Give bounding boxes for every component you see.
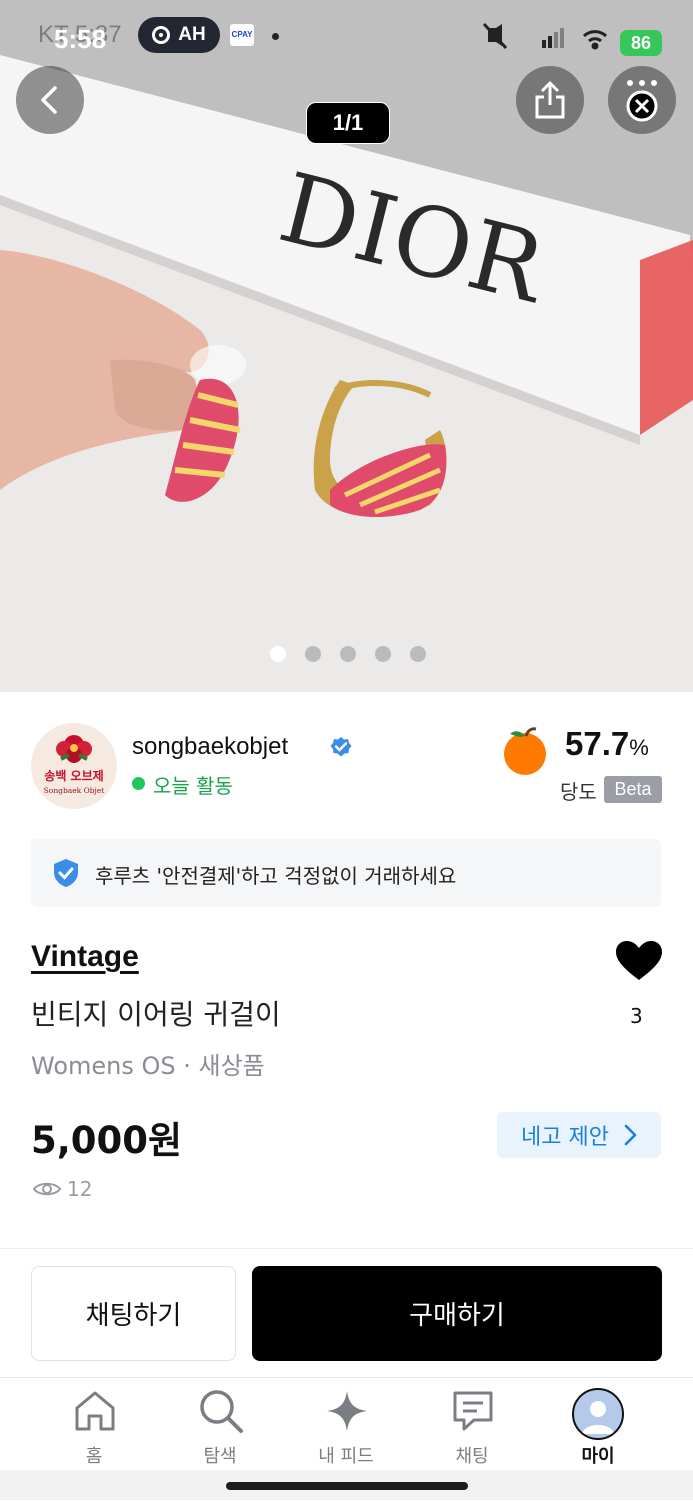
user-icon bbox=[582, 1401, 614, 1434]
view-count: 12 bbox=[33, 1177, 92, 1201]
tab-home[interactable]: 홈 bbox=[34, 1378, 154, 1476]
score-value: 57.7 bbox=[565, 725, 630, 762]
battery-indicator: 86 bbox=[620, 30, 662, 56]
sparkle-icon bbox=[327, 1391, 367, 1431]
wifi-icon bbox=[582, 30, 608, 50]
beta-badge: Beta bbox=[604, 776, 662, 803]
more-button[interactable] bbox=[608, 66, 676, 134]
share-icon bbox=[535, 81, 565, 119]
tab-home-label: 홈 bbox=[85, 1446, 103, 1467]
signal-icon bbox=[542, 28, 564, 48]
home-icon bbox=[75, 1391, 115, 1431]
mute-icon bbox=[482, 22, 508, 50]
profile-avatar bbox=[572, 1388, 624, 1440]
status-time: 5:58 bbox=[54, 24, 107, 54]
share-button[interactable] bbox=[516, 66, 584, 134]
safe-payment-text: 후루츠 '안전결제'하고 걱정없이 거래하세요 bbox=[95, 864, 457, 888]
seller-logo-image: 송백 오브제 Songbaek Objet bbox=[44, 735, 105, 795]
image-counter: 1/1 bbox=[306, 102, 390, 144]
like-heart-icon[interactable] bbox=[615, 940, 663, 982]
active-status-dot bbox=[132, 777, 145, 790]
tab-chat[interactable]: 채팅 bbox=[412, 1378, 532, 1476]
home-indicator-area bbox=[0, 1470, 693, 1500]
buy-button[interactable]: 구매하기 bbox=[252, 1266, 662, 1361]
pagination-dot[interactable] bbox=[270, 646, 286, 662]
photo-pagination bbox=[270, 646, 426, 662]
section-divider bbox=[0, 1248, 693, 1249]
shield-check-icon bbox=[54, 859, 78, 887]
tab-my-feed-label: 내 피드 bbox=[318, 1446, 374, 1467]
pagination-dot[interactable] bbox=[340, 646, 356, 662]
status-dot bbox=[272, 33, 279, 40]
pay-app-icon: CPAY bbox=[230, 24, 254, 46]
tab-explore-label: 탐색 bbox=[203, 1446, 237, 1467]
seller-avatar[interactable]: 송백 오브제 Songbaek Objet bbox=[31, 723, 117, 809]
score-label: 당도 bbox=[560, 780, 597, 804]
eye-icon bbox=[33, 1182, 61, 1196]
back-button[interactable] bbox=[16, 66, 84, 134]
search-icon bbox=[200, 1390, 243, 1433]
view-count-value: 12 bbox=[67, 1177, 93, 1201]
pagination-dot[interactable] bbox=[375, 646, 391, 662]
peach-icon bbox=[504, 727, 546, 775]
product-meta: Womens OS · 새상품 bbox=[31, 1052, 265, 1080]
freshness-score: 57.7% bbox=[565, 725, 649, 763]
chat-button[interactable]: 채팅하기 bbox=[31, 1266, 236, 1361]
status-bar: KT 5:37 5:58 AH CPAY 86 bbox=[0, 0, 693, 72]
recording-pill-label: AH bbox=[178, 24, 206, 45]
pagination-dot[interactable] bbox=[410, 646, 426, 662]
chevron-left-icon bbox=[41, 86, 57, 114]
tab-my-feed[interactable]: 내 피드 bbox=[286, 1378, 406, 1476]
pagination-dot[interactable] bbox=[305, 646, 321, 662]
seller-activity: 오늘 활동 bbox=[153, 774, 233, 798]
seller-logo-text-ko: 송백 오브제 bbox=[44, 768, 103, 783]
record-icon bbox=[152, 26, 171, 44]
tab-my-label: 마이 bbox=[581, 1446, 615, 1467]
home-indicator[interactable] bbox=[226, 1482, 468, 1490]
score-unit: % bbox=[629, 735, 649, 760]
product-price: 5,000원 bbox=[31, 1119, 183, 1162]
chat-bubble-icon bbox=[453, 1391, 493, 1431]
more-close-icon bbox=[626, 80, 658, 122]
nego-offer-label: 네고 제안 bbox=[521, 1125, 609, 1150]
safe-payment-banner[interactable]: 후루츠 '안전결제'하고 걱정없이 거래하세요 bbox=[31, 839, 661, 907]
verified-badge-icon bbox=[330, 737, 352, 757]
product-photo[interactable]: DIOR KT 5:37 5:58 AH CPAY 86 1/1 bbox=[0, 0, 693, 692]
tab-explore[interactable]: 탐색 bbox=[160, 1378, 280, 1476]
brand-link[interactable]: Vintage bbox=[31, 940, 139, 974]
product-title: 빈티지 이어링 귀걸이 bbox=[31, 998, 281, 1031]
seller-logo-text-en: Songbaek Objet bbox=[44, 786, 105, 795]
seller-name[interactable]: songbaekobjet bbox=[132, 733, 288, 761]
chevron-right-icon bbox=[624, 1124, 637, 1146]
recording-pill: AH bbox=[138, 17, 220, 53]
status-icons bbox=[482, 22, 608, 50]
nego-offer-button[interactable]: 네고 제안 bbox=[497, 1112, 661, 1158]
tab-my[interactable]: 마이 bbox=[538, 1378, 658, 1476]
tab-chat-label: 채팅 bbox=[455, 1446, 489, 1467]
like-count: 3 bbox=[630, 1004, 643, 1028]
